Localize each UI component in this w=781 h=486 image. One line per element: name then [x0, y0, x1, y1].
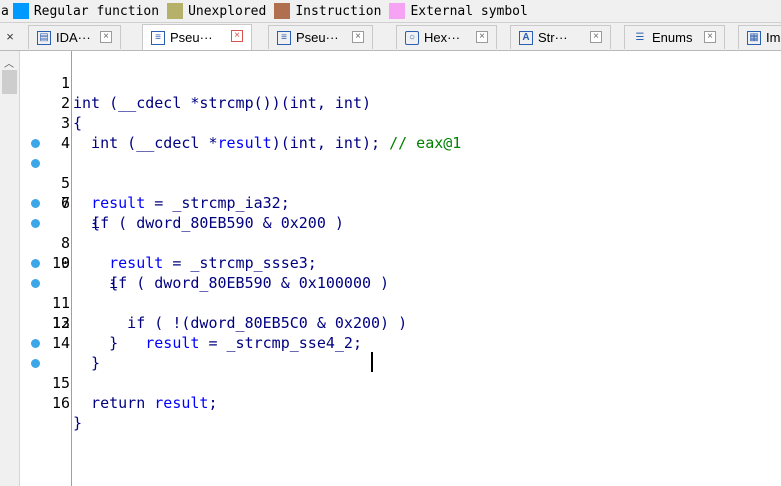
code-line[interactable]: 16 }	[0, 353, 781, 432]
breakpoint-dot-icon[interactable]	[31, 219, 40, 228]
strings-icon: A	[519, 30, 533, 45]
legend-item-unexplored: Unexplored	[167, 3, 266, 19]
tab-imports[interactable]: ▦ Im	[738, 25, 781, 49]
code-line[interactable]: 6 if ( dword_80EB590 & 0x200 )	[0, 153, 781, 232]
legend-bar: a Regular function Unexplored Instructio…	[0, 0, 781, 23]
close-icon[interactable]: ×	[352, 31, 364, 43]
legend-label: External symbol	[410, 3, 528, 19]
legend-swatch-icon	[389, 3, 406, 19]
breakpoint-dot-icon[interactable]	[31, 259, 40, 268]
tab-label: Enums	[652, 30, 693, 45]
close-icon[interactable]: ×	[0, 28, 20, 46]
breakpoint-dot-icon[interactable]	[31, 159, 40, 168]
tab-label: IDA···	[56, 30, 91, 45]
tab-pseudocode-a[interactable]: ≡ Pseu··· ×	[142, 24, 252, 50]
code-line[interactable]: 12 result = _strcmp_sse4_2;	[0, 273, 781, 352]
legend-item-instruction: Instruction	[274, 3, 381, 19]
legend-cut-text: a	[1, 3, 9, 19]
tab-bar: × ▤ IDA··· × ≡ Pseu··· × ≡ Pseu··· × ○ H…	[0, 23, 781, 51]
legend-item-external-symbol: External symbol	[389, 3, 528, 19]
tab-strings[interactable]: A Str··· ×	[510, 25, 611, 49]
pseudocode-icon: ≡	[277, 30, 291, 45]
close-icon[interactable]: ×	[100, 31, 112, 43]
code-line[interactable]: 9 if ( dword_80EB590 & 0x100000 )	[0, 213, 781, 292]
code-line[interactable]: 15 return result;	[0, 333, 781, 412]
legend-label: Unexplored	[188, 3, 267, 19]
close-icon[interactable]: ×	[476, 31, 488, 43]
tab-label: Pseu···	[170, 30, 213, 45]
code-line[interactable]: 2 {	[0, 73, 781, 132]
tab-label: Pseu···	[296, 30, 339, 45]
tab-label: Im	[766, 30, 781, 45]
hex-view-icon: ○	[405, 30, 419, 45]
code-text[interactable]: return result;	[73, 393, 217, 413]
pseudocode-icon: ≡	[151, 30, 165, 45]
code-line[interactable]: 13 }	[0, 293, 781, 352]
legend-swatch-icon	[274, 3, 291, 19]
code-line[interactable]: 10 {	[0, 233, 781, 292]
legend-label: Regular function	[33, 3, 160, 19]
close-icon[interactable]: ×	[590, 31, 602, 43]
code-line[interactable]: 7 {	[0, 173, 781, 232]
tab-label: Str···	[538, 30, 568, 45]
pseudocode-editor[interactable]: 1 int (__cdecl *strcmp())(int, int) 2 { …	[0, 51, 781, 486]
code-line[interactable]: 3 int (__cdecl *result)(int, int); // ea…	[0, 93, 781, 152]
text-cursor	[371, 352, 373, 372]
legend-swatch-icon	[167, 3, 184, 19]
code-line[interactable]: 8 result = _strcmp_ssse3;	[0, 193, 781, 272]
legend-item-regular-function: Regular function	[12, 3, 160, 19]
tab-pseudocode-b[interactable]: ≡ Pseu··· ×	[268, 25, 373, 49]
tab-hex-view[interactable]: ○ Hex··· ×	[396, 25, 497, 49]
legend-swatch-icon	[12, 3, 29, 19]
breakpoint-dot-icon[interactable]	[31, 359, 40, 368]
ida-view-icon: ▤	[37, 30, 51, 45]
code-line[interactable]: 5 result = _strcmp_ia32;	[0, 133, 781, 212]
breakpoint-dot-icon[interactable]	[31, 139, 40, 148]
code-line[interactable]: 11 if ( !(dword_80EB5C0 & 0x200) )	[0, 253, 781, 332]
imports-icon: ▦	[747, 30, 761, 45]
close-icon[interactable]: ×	[704, 31, 716, 43]
line-number: 16	[51, 394, 70, 412]
breakpoint-dot-icon[interactable]	[31, 279, 40, 288]
line-number: 15	[51, 374, 70, 392]
breakpoint-dot-icon[interactable]	[31, 339, 40, 348]
tab-enums[interactable]: ☰ Enums ×	[624, 25, 725, 49]
enums-icon: ☰	[635, 32, 645, 43]
tab-label: Hex···	[424, 30, 461, 45]
close-icon[interactable]: ×	[231, 30, 243, 42]
code-text[interactable]: }	[73, 413, 82, 433]
tab-ida-view[interactable]: ▤ IDA··· ×	[28, 25, 121, 49]
breakpoint-dot-icon[interactable]	[31, 199, 40, 208]
code-line[interactable]: 1 int (__cdecl *strcmp())(int, int)	[0, 53, 781, 112]
legend-label: Instruction	[295, 3, 382, 19]
code-line[interactable]: 14 }	[0, 313, 781, 372]
code-line[interactable]: 4	[0, 113, 781, 152]
